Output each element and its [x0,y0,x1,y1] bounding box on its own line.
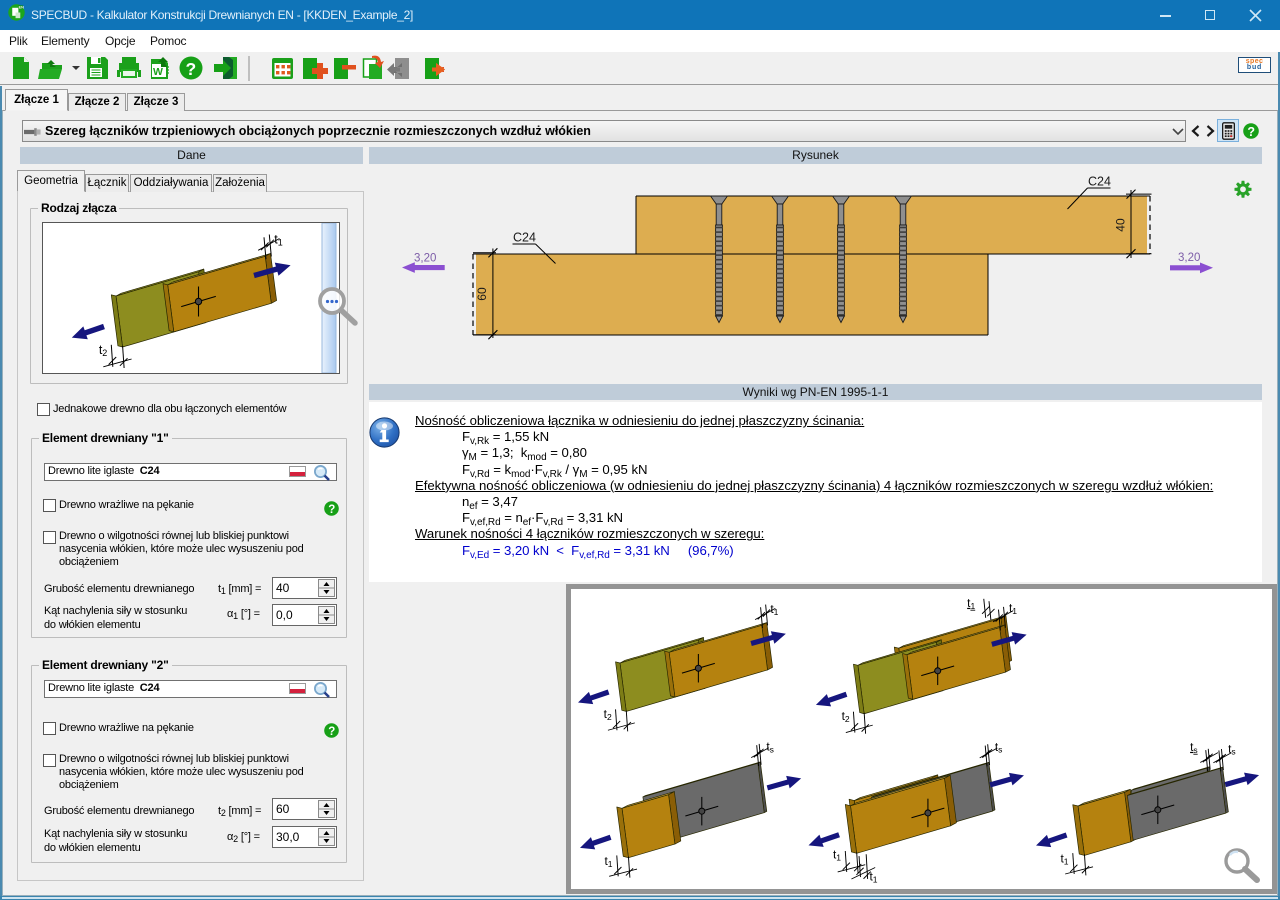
svg-text:?: ? [328,726,335,738]
svg-text:W: W [153,66,163,78]
svg-text:EN: EN [19,6,25,10]
svg-text:60: 60 [475,287,489,301]
svg-text:C24: C24 [513,231,536,245]
svg-text:C24: C24 [1088,175,1111,189]
svg-text:?: ? [1247,125,1255,139]
svg-text:3,20: 3,20 [1178,252,1200,264]
svg-text:40: 40 [1114,218,1128,232]
svg-text:?: ? [328,504,335,516]
svg-text:?: ? [186,59,197,79]
svg-text:3,20: 3,20 [414,253,436,265]
